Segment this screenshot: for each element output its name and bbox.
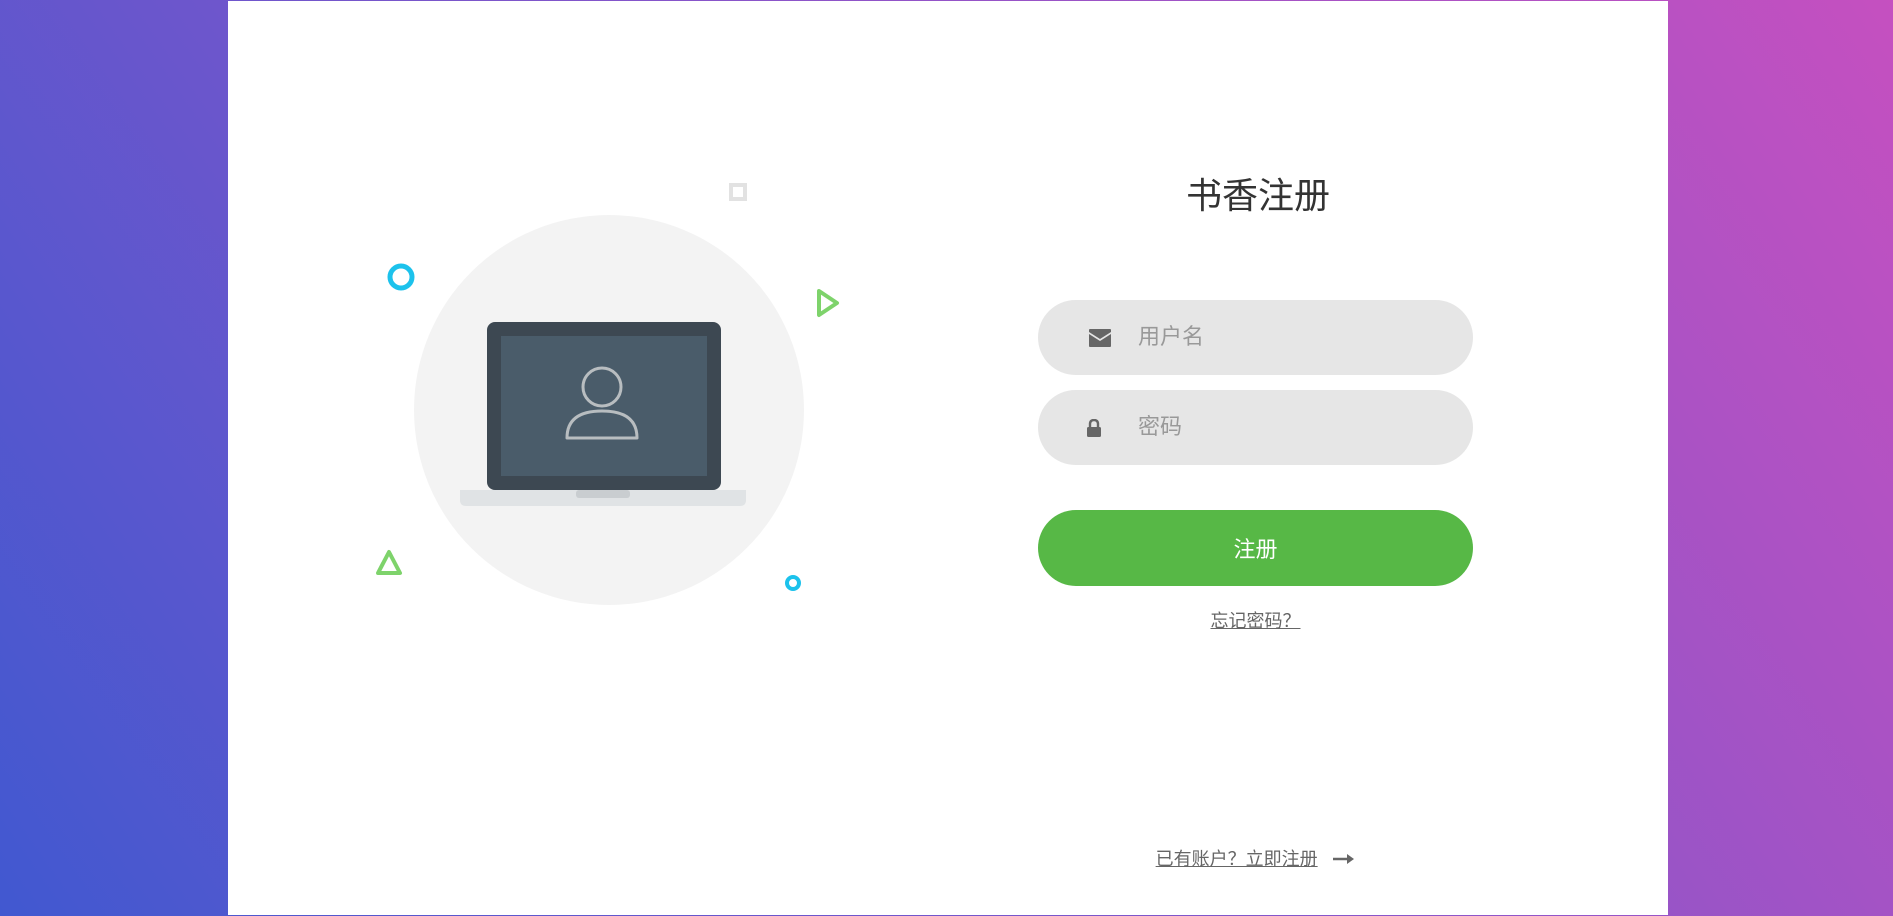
lock-icon (1082, 416, 1106, 440)
login-prompt-link[interactable]: 已有账户？立即注册 (1156, 849, 1318, 870)
password-input[interactable] (1138, 390, 1448, 465)
username-field[interactable] (1038, 300, 1473, 375)
square-decoration (729, 183, 747, 201)
forgot-password-link[interactable]: 忘记密码？ (1038, 609, 1473, 635)
laptop-notch (576, 490, 630, 498)
page-title: 书香注册 (1185, 176, 1330, 217)
circle-decoration-small (785, 575, 801, 591)
password-field[interactable] (1038, 390, 1473, 465)
login-card: 书香注册 注册 忘记密码？ 已有账户？立即注册 (228, 1, 1668, 915)
play-triangle-decoration (817, 289, 839, 317)
triangle-decoration (376, 550, 402, 575)
register-button[interactable]: 注册 (1038, 510, 1473, 586)
laptop-user-icon (376, 183, 839, 605)
illustration (228, 1, 928, 701)
login-prompt-row: 已有账户？立即注册 (1038, 847, 1473, 873)
long-arrow-right-icon[interactable] (1333, 847, 1355, 873)
circle-decoration-large (387, 263, 415, 291)
username-input[interactable] (1138, 300, 1448, 375)
envelope-icon (1088, 326, 1112, 350)
